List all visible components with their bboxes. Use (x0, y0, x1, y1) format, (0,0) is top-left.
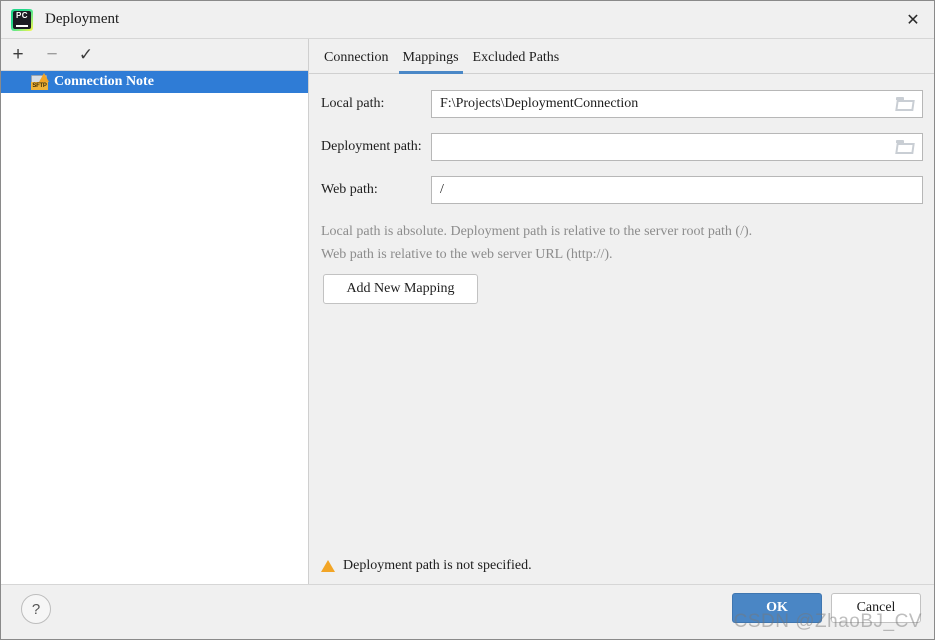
deployment-path-input[interactable] (431, 133, 923, 161)
tree-item-label: Connection Note (54, 74, 154, 89)
deployment-path-row: Deployment path: (321, 132, 923, 162)
sftp-warning-icon: SFTP (31, 73, 49, 90)
web-path-label: Web path: (321, 182, 378, 197)
deployment-path-browse-folder-icon[interactable] (895, 140, 915, 155)
ok-button[interactable]: OK (732, 593, 822, 623)
tab-connection[interactable]: Connection (317, 50, 396, 73)
deployment-details-panel: Connection Mappings Excluded Paths Local… (309, 39, 934, 585)
tab-mappings[interactable]: Mappings (396, 50, 466, 74)
title-bar: PC Deployment ✕ (1, 1, 934, 39)
close-icon[interactable]: ✕ (890, 1, 934, 38)
web-path-value: / (440, 182, 444, 197)
servers-toolbar: + − ✓ (1, 39, 308, 71)
use-as-default-button[interactable]: ✓ (69, 40, 103, 70)
tab-bar: Connection Mappings Excluded Paths (309, 39, 934, 74)
web-path-input[interactable]: / (431, 176, 923, 204)
tab-excluded-paths[interactable]: Excluded Paths (466, 50, 567, 73)
help-button[interactable]: ? (21, 594, 51, 624)
dialog-button-bar: ? OK Cancel (1, 584, 934, 639)
add-new-mapping-button[interactable]: Add New Mapping (323, 274, 478, 304)
local-path-row: Local path: F:\Projects\DeploymentConnec… (321, 89, 923, 119)
local-path-browse-folder-icon[interactable] (895, 97, 915, 112)
deployment-dialog: PC Deployment ✕ + − ✓ SFTP Connection No… (0, 0, 935, 640)
mappings-form: Local path: F:\Projects\DeploymentConnec… (309, 75, 934, 585)
remove-server-button[interactable]: − (35, 40, 69, 70)
deployment-path-label: Deployment path: (321, 139, 422, 154)
validation-warning: Deployment path is not specified. (309, 547, 934, 585)
pycharm-icon: PC (11, 8, 33, 31)
deployment-servers-panel: + − ✓ SFTP Connection Note (1, 39, 309, 585)
local-path-value: F:\Projects\DeploymentConnection (440, 96, 639, 111)
add-server-button[interactable]: + (1, 40, 35, 70)
cancel-button[interactable]: Cancel (831, 593, 921, 623)
window-title: Deployment (45, 11, 120, 27)
local-path-label: Local path: (321, 96, 385, 111)
warning-text: Deployment path is not specified. (343, 558, 532, 573)
hint-web-path: Web path is relative to the web server U… (321, 247, 613, 262)
warning-triangle-icon (321, 560, 335, 572)
local-path-input[interactable]: F:\Projects\DeploymentConnection (431, 90, 923, 118)
hint-local-deployment-path: Local path is absolute. Deployment path … (321, 224, 753, 239)
sftp-icon-label: SFTP (31, 82, 48, 90)
tree-item-connection-note[interactable]: SFTP Connection Note (1, 71, 308, 93)
servers-tree: SFTP Connection Note (1, 71, 308, 584)
web-path-row: Web path: / (321, 175, 923, 205)
